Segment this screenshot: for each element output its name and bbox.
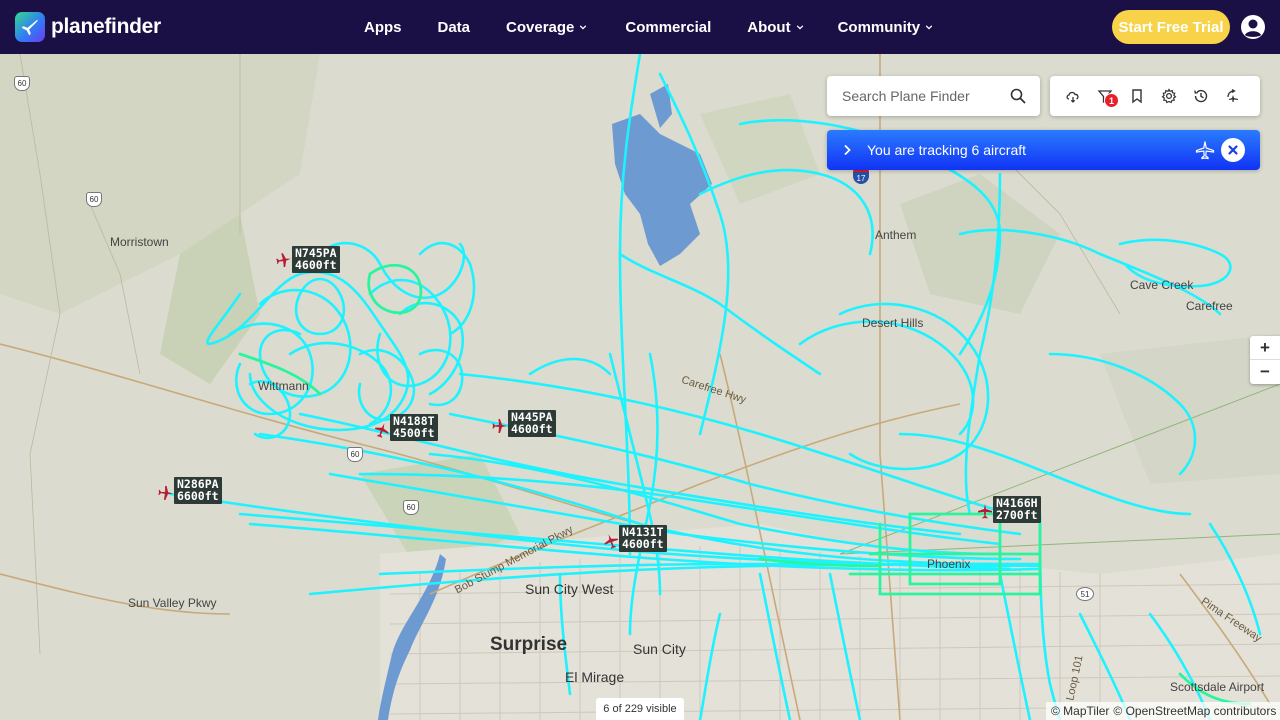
aircraft-label: N4166H 2700ft: [993, 496, 1041, 523]
account-icon[interactable]: [1240, 14, 1266, 40]
place-carefree: Carefree: [1186, 299, 1233, 313]
nav-community-label: Community: [837, 18, 921, 36]
nav-about-label: About: [747, 18, 791, 36]
place-cave-creek: Cave Creek: [1130, 278, 1194, 292]
nav-apps-label: Apps: [364, 18, 402, 36]
nav-commercial-label: Commercial: [625, 18, 712, 36]
nav-coverage-label: Coverage: [506, 18, 575, 36]
nav-commercial[interactable]: Commercial: [625, 19, 711, 36]
chevron-down-icon: [580, 25, 587, 30]
weather-icon[interactable]: [1065, 88, 1081, 104]
tracking-text: You are tracking 6 aircraft: [867, 142, 1027, 158]
brand-name: planefinder: [51, 15, 161, 38]
nav-data[interactable]: Data: [438, 19, 471, 36]
search-input[interactable]: [842, 88, 1002, 104]
chevron-down-icon: [925, 25, 933, 30]
search-box: [827, 76, 1040, 116]
planefinder-logo-icon: [15, 12, 45, 42]
filter-count-badge: 1: [1104, 93, 1119, 108]
map-attribution: © MapTiler © OpenStreetMap contributors: [1046, 702, 1280, 720]
nav-coverage[interactable]: Coverage: [506, 19, 587, 36]
top-navigation-bar: planefinder Apps Data Coverage Commercia…: [0, 0, 1280, 54]
search-icon[interactable]: [1010, 88, 1026, 104]
plane-icon: [978, 504, 992, 519]
main-nav: Apps Data Coverage Commercial About Comm…: [364, 0, 933, 54]
us60-shield: 60: [347, 447, 363, 462]
aircraft-label: N4188T 4500ft: [390, 414, 438, 441]
playback-icon[interactable]: [1225, 88, 1241, 104]
aircraft-altitude: 4600ft: [295, 258, 337, 272]
plane-icon: [604, 534, 619, 549]
aircraft-altitude: 4600ft: [511, 422, 553, 436]
osm-attribution-link[interactable]: © OpenStreetMap contributors: [1113, 704, 1276, 718]
zoom-in-button[interactable]: +: [1250, 336, 1280, 360]
aircraft-label: N445PA 4600ft: [508, 410, 556, 437]
plane-icon: [276, 253, 291, 268]
zoom-control: + −: [1250, 336, 1280, 384]
plane-outline-icon: [1195, 141, 1215, 160]
chevron-down-icon: [796, 25, 803, 30]
place-morristown: Morristown: [110, 235, 169, 249]
aircraft-label: N4131T 4600ft: [619, 525, 667, 552]
plane-icon: [374, 423, 389, 438]
brand-logo-link[interactable]: planefinder: [15, 12, 161, 42]
tracking-bar[interactable]: You are tracking 6 aircraft: [827, 130, 1260, 170]
aircraft-label: N745PA 4600ft: [292, 246, 340, 273]
us60-shield: 60: [14, 76, 30, 91]
sr51-shield: 51: [1076, 587, 1094, 601]
plane-icon: [158, 485, 173, 500]
visible-aircraft-count: 6 of 229 visible: [596, 698, 684, 720]
aircraft-altitude: 6600ft: [177, 489, 219, 503]
close-tracking-button[interactable]: [1221, 138, 1245, 162]
nav-about[interactable]: About: [747, 19, 803, 36]
place-sun-city: Sun City: [633, 641, 686, 657]
map-toolbar: [1050, 76, 1260, 116]
place-phoenix: Phoenix: [927, 557, 971, 571]
nav-community[interactable]: Community: [838, 19, 934, 36]
plane-icon: [492, 419, 507, 433]
place-el-mirage: El Mirage: [565, 669, 625, 685]
place-scottsdale-airport: Scottsdale Airport: [1170, 680, 1265, 694]
bookmark-icon[interactable]: [1129, 88, 1145, 104]
place-surprise: Surprise: [490, 634, 568, 655]
history-icon[interactable]: [1193, 88, 1209, 104]
zoom-out-button[interactable]: −: [1250, 360, 1280, 384]
aircraft-label: N286PA 6600ft: [174, 477, 222, 504]
us60-shield: 60: [86, 192, 102, 207]
aircraft-altitude: 4600ft: [622, 537, 664, 551]
place-desert-hills: Desert Hills: [862, 316, 924, 330]
aircraft-altitude: 2700ft: [996, 508, 1038, 522]
place-sun-city-west: Sun City West: [525, 581, 614, 597]
road-sun-valley: Sun Valley Pkwy: [128, 596, 217, 610]
nav-data-label: Data: [437, 18, 471, 36]
chevron-right-icon[interactable]: [842, 143, 852, 157]
aircraft-altitude: 4500ft: [393, 426, 435, 440]
maptiler-attribution-link[interactable]: © MapTiler: [1051, 704, 1109, 718]
close-icon: [1228, 145, 1238, 155]
place-wittmann: Wittmann: [258, 379, 309, 393]
place-anthem: Anthem: [875, 228, 917, 242]
start-free-trial-button[interactable]: Start Free Trial: [1112, 10, 1230, 44]
settings-icon[interactable]: [1161, 88, 1177, 104]
nav-apps[interactable]: Apps: [364, 19, 402, 36]
i17-shield: 17: [853, 168, 869, 184]
us60-shield: 60: [403, 500, 419, 515]
